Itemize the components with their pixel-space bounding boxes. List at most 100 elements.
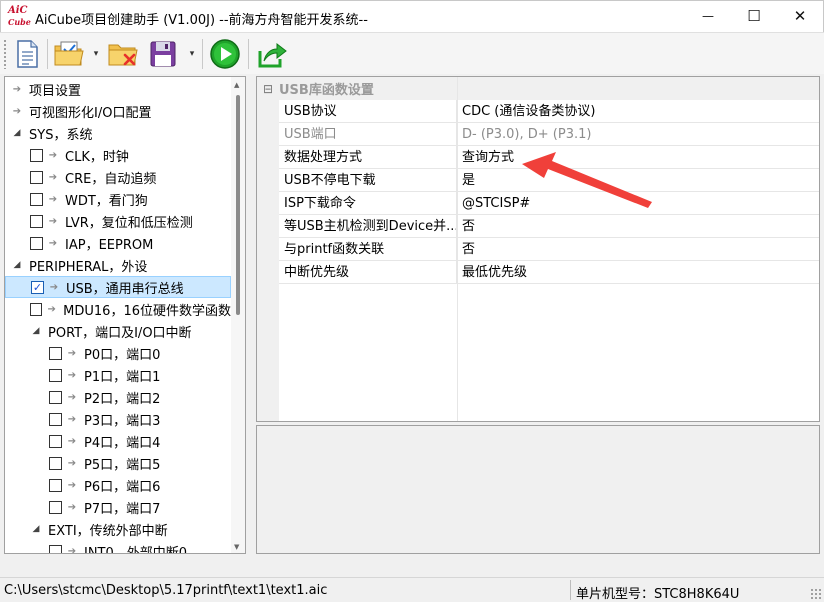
logo-line-1: AiC [8,5,28,16]
expanded-arrow-icon[interactable]: ◢ [11,128,23,138]
tree-item-label: INT0，外部中断0 [84,545,188,554]
open-project-button[interactable] [52,37,86,71]
tree-item[interactable]: ➔ P7口，端口7 [5,496,231,518]
tree-checkbox[interactable] [30,192,43,206]
tree-item[interactable]: ◢ SYS，系统 [5,122,231,144]
close-project-button[interactable] [106,37,140,71]
arrow-icon: ➔ [49,281,59,293]
new-document-button[interactable] [10,37,44,71]
category-header[interactable]: ⊟ USB库函数设置 [257,77,819,100]
tree-item[interactable]: ✓ ➔ USB，通用串行总线 [5,276,231,298]
scroll-thumb[interactable] [236,95,240,315]
property-value[interactable]: CDC (通信设备类协议) [457,100,595,123]
property-name[interactable]: 等USB主机检测到Device并... [279,214,457,238]
tree-item[interactable]: ◢ EXTI，传统外部中断 [5,518,231,540]
open-dropdown-icon[interactable]: ▾ [91,49,101,59]
tree-item[interactable]: ➔ 项目设置 [5,78,231,100]
tree-checkbox[interactable] [49,346,62,360]
property-name[interactable]: 与printf函数关联 [279,237,457,261]
app-logo-icon: AiC Cube [8,5,31,28]
property-value: D- (P3.0), D+ (P3.1) [462,126,592,142]
toolbar: ▾ ▾ [0,32,824,74]
arrow-icon: ➔ [48,215,58,227]
property-grid[interactable]: ⊟ USB库函数设置 USB协议 CDC (通信设备类协议) USB端口 D- (P3… [256,76,820,422]
tree-item[interactable]: ➔ P5口，端口5 [5,452,231,474]
tree-item[interactable]: ➔ WDT，看门狗 [5,188,231,210]
tree-checkbox[interactable]: ✓ [31,280,44,294]
property-value[interactable]: 最低优先级 [457,261,527,284]
property-name[interactable]: USB不停电下载 [279,168,457,192]
tree-item[interactable]: ➔ P4口，端口4 [5,430,231,452]
toolbar-separator [47,39,48,69]
tree-checkbox[interactable] [30,214,43,228]
tree-item[interactable]: ➔ P2口，端口2 [5,386,231,408]
tree-item-label: P2口，端口2 [84,391,161,407]
tree-item[interactable]: ➔ LVR，复位和低压检测 [5,210,231,232]
tree-item[interactable]: ➔ CRE，自动追频 [5,166,231,188]
property-value[interactable]: 否 [457,238,475,261]
expanded-arrow-icon[interactable]: ◢ [30,326,42,336]
maximize-icon: ☐ [747,7,761,25]
tree-checkbox[interactable] [30,236,43,250]
tree-item[interactable]: ➔ INT0，外部中断0 [5,540,231,554]
project-tree[interactable]: ➔ 项目设置 ➔ 可视图形化I/O口配置 ◢ SYS，系统 ➔ CLK，时钟 ➔ CRE，自动追频… [4,76,246,554]
expanded-arrow-icon[interactable]: ◢ [11,260,23,270]
tree-item[interactable]: ➔ P6口，端口6 [5,474,231,496]
mcu-model: 单片机型号：STC8H8K64U [576,587,740,602]
tree-checkbox[interactable] [30,170,43,184]
tree-item[interactable]: ◢ PORT，端口及I/O口中断 [5,320,231,342]
document-icon [17,40,38,68]
tree-checkbox[interactable] [49,412,62,426]
tree-item[interactable]: ➔ IAP，EEPROM [5,232,231,254]
minimize-button[interactable]: — [685,1,731,31]
tree-item-label: LVR，复位和低压检测 [65,215,193,231]
toolbar-separator [248,39,249,69]
tree-checkbox[interactable] [49,390,62,404]
tree-item[interactable]: ➔ CLK，时钟 [5,144,231,166]
tree-item[interactable]: ➔ P1口，端口1 [5,364,231,386]
property-row[interactable]: USB协议 CDC (通信设备类协议) [279,99,819,123]
property-row[interactable]: USB端口 D- (P3.0), D+ (P3.1) [279,122,819,146]
property-name[interactable]: 中断优先级 [279,260,457,284]
property-value[interactable]: 查询方式 [457,146,514,169]
scroll-up-icon[interactable]: ▲ [234,81,239,89]
tree-checkbox[interactable] [30,148,43,162]
property-name[interactable]: 数据处理方式 [279,145,457,169]
toolbar-grip[interactable] [3,39,7,69]
tree-item-label: EXTI，传统外部中断 [48,523,168,539]
tree-checkbox[interactable] [49,368,62,382]
property-row[interactable]: 等USB主机检测到Device并... 否 [279,214,819,238]
tree-item[interactable]: ➔ 可视图形化I/O口配置 [5,100,231,122]
tree-checkbox[interactable] [49,544,62,553]
tree-item-label: PERIPHERAL，外设 [29,259,148,275]
run-button[interactable] [208,37,242,71]
maximize-button[interactable]: ☐ [731,1,777,31]
resize-grip[interactable] [810,588,822,600]
tree-item-label: P6口，端口6 [84,479,161,495]
tree-item[interactable]: ➔ P0口，端口0 [5,342,231,364]
close-button[interactable]: ✕ [777,1,823,31]
save-button[interactable] [146,37,180,71]
save-dropdown-icon[interactable]: ▾ [187,49,197,59]
tree-item[interactable]: ➔ P3口，端口3 [5,408,231,430]
property-name[interactable]: ISP下载命令 [279,191,457,215]
property-row[interactable]: 与printf函数关联否 [279,237,819,261]
property-row[interactable]: 中断优先级 最低优先级 [279,260,819,284]
tree-item[interactable]: ◢ PERIPHERAL，外设 [5,254,231,276]
property-value[interactable]: 是 [457,169,475,192]
tree-item[interactable]: ➔ MDU16，16位硬件数学函数 [5,298,231,320]
property-name[interactable]: USB端口 [279,122,457,146]
tree-checkbox[interactable] [49,434,62,448]
expanded-arrow-icon[interactable]: ◢ [30,524,42,534]
tree-checkbox[interactable] [49,478,62,492]
property-value[interactable]: 否 [457,215,475,238]
scroll-down-icon[interactable]: ▼ [234,543,239,551]
collapse-icon[interactable]: ⊟ [257,82,279,96]
arrow-icon: ➔ [67,457,77,469]
tree-checkbox[interactable] [49,500,62,514]
export-button[interactable] [255,37,289,71]
tree-checkbox[interactable] [49,456,62,470]
tree-checkbox[interactable] [30,302,43,316]
tree-scrollbar[interactable]: ▲ ▼ [231,77,245,553]
property-name[interactable]: USB协议 [279,99,457,123]
